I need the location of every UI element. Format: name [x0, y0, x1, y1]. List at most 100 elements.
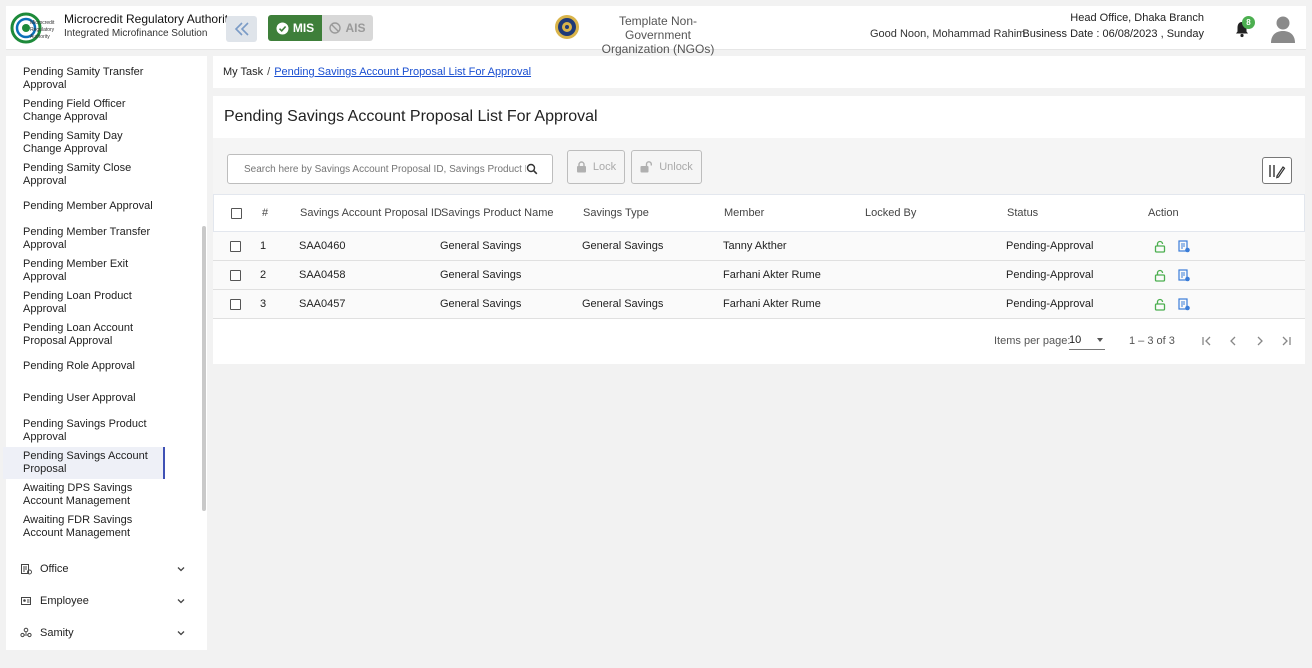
- approve-document-icon[interactable]: [1178, 239, 1190, 253]
- main-card: Pending Savings Account Proposal List Fo…: [213, 96, 1305, 364]
- sidebar-item-member-transfer[interactable]: Pending Member Transfer Approval: [23, 226, 185, 252]
- unlock-icon[interactable]: [1154, 298, 1166, 311]
- sidebar-item-label: Pending Role Approval: [23, 360, 135, 372]
- table-header: # Savings Account Proposal ID Savings Pr…: [213, 194, 1305, 232]
- sidebar-item-role-approval[interactable]: Pending Role Approval: [23, 360, 185, 373]
- sidebar-item-label: Account Management: [23, 527, 131, 539]
- sidebar-item-loan-account-proposal[interactable]: Pending Loan Account Proposal Approval: [23, 322, 185, 348]
- svg-text:Microcredit: Microcredit: [30, 20, 55, 26]
- breadcrumb-separator: /: [267, 66, 271, 78]
- table-row: 1 SAA0460 General Savings General Saving…: [213, 232, 1305, 261]
- sidebar-item-label: Pending Member Transfer: [23, 226, 151, 238]
- page-range-label: 1 – 3 of 3: [1129, 335, 1175, 347]
- sidebar-group-office[interactable]: Office: [20, 560, 192, 578]
- select-all-cell: [231, 195, 242, 231]
- breadcrumb-current[interactable]: Pending Savings Account Proposal List Fo…: [274, 66, 531, 78]
- previous-page-button[interactable]: [1224, 332, 1242, 350]
- member-name: Farhani Akter Rume: [723, 269, 821, 281]
- table-row: 2 SAA0458 General Savings Farhani Akter …: [213, 261, 1305, 290]
- sidebar-item-label: Pending Samity Transfer: [23, 66, 144, 78]
- user-avatar-icon[interactable]: [1270, 15, 1296, 43]
- row-number: 3: [260, 298, 267, 310]
- ais-button[interactable]: AIS: [322, 15, 373, 41]
- search-input[interactable]: [244, 163, 526, 175]
- paginator: Items per page: 10 1 – 3 of 3: [213, 328, 1305, 354]
- sidebar-item-field-officer-change[interactable]: Pending Field Officer Change Approval: [23, 98, 185, 124]
- sidebar-item-user-approval[interactable]: Pending User Approval: [23, 392, 185, 405]
- sidebar-item-label: Account Management: [23, 495, 131, 507]
- column-header-product-name[interactable]: Savings Product Name: [441, 195, 554, 231]
- unlock-icon[interactable]: [1154, 269, 1166, 282]
- sidebar-item-label: Approval: [23, 79, 67, 91]
- chevron-down-icon: [177, 599, 185, 604]
- next-page-button[interactable]: [1251, 332, 1269, 350]
- org-name-line1: Template Non-Government: [618, 14, 698, 42]
- search-icon: [526, 163, 538, 175]
- sidebar-item-member-exit[interactable]: Pending Member Exit Approval: [23, 258, 185, 284]
- collapse-sidebar-button[interactable]: [226, 16, 257, 42]
- brand-subtitle: Integrated Microfinance Solution: [64, 28, 208, 39]
- column-header-savings-type[interactable]: Savings Type: [583, 195, 649, 231]
- sidebar-item-label: Approval: [23, 239, 67, 251]
- sidebar-item-samity-transfer[interactable]: Pending Samity Transfer Approval: [23, 66, 185, 92]
- chevron-right-icon: [1257, 336, 1263, 346]
- check-circle-icon: [276, 22, 289, 34]
- column-settings-button[interactable]: [1262, 157, 1292, 184]
- lock-icon: [576, 161, 586, 173]
- row-select-cell: [230, 261, 241, 289]
- sidebar-group-samity[interactable]: Samity: [20, 624, 192, 642]
- proposal-id: SAA0457: [299, 298, 346, 310]
- lock-label: Lock: [592, 161, 617, 173]
- row-actions: [1154, 261, 1190, 289]
- first-page-icon: [1202, 336, 1211, 346]
- chevron-down-icon: [177, 567, 185, 572]
- sidebar-item-member-approval[interactable]: Pending Member Approval: [23, 200, 185, 213]
- breadcrumb-root[interactable]: My Task: [223, 66, 263, 78]
- sidebar-item-label: Change Approval: [23, 111, 108, 123]
- sidebar-item-label: Pending Savings Product: [23, 418, 147, 430]
- sidebar-item-label: Awaiting FDR Savings: [23, 514, 133, 526]
- sidebar-item-savings-product[interactable]: Pending Savings Product Approval: [23, 418, 185, 444]
- search-field[interactable]: [227, 154, 553, 184]
- row-select-cell: [230, 232, 241, 260]
- approve-document-icon[interactable]: [1178, 268, 1190, 282]
- sidebar-item-samity-close[interactable]: Pending Samity Close Approval: [23, 162, 185, 188]
- sidebar-item-loan-product[interactable]: Pending Loan Product Approval: [23, 290, 185, 316]
- approve-document-icon[interactable]: [1178, 297, 1190, 311]
- organization-name: Template Non-Government Organization (NG…: [588, 14, 728, 56]
- sidebar-item-label: Pending Member Exit: [23, 258, 129, 270]
- column-header-proposal-id[interactable]: Savings Account Proposal ID: [300, 195, 442, 231]
- sidebar-item-label: Pending Loan Product: [23, 290, 132, 302]
- column-header-locked-by[interactable]: Locked By: [865, 195, 916, 231]
- last-page-button[interactable]: [1277, 332, 1295, 350]
- sidebar-item-fdr-savings[interactable]: Awaiting FDR Savings Account Management: [23, 514, 185, 540]
- row-checkbox[interactable]: [230, 240, 241, 252]
- unlock-button[interactable]: Unlock: [631, 150, 702, 184]
- row-actions: [1154, 232, 1190, 260]
- sidebar-scrollbar[interactable]: [202, 226, 206, 511]
- lock-button[interactable]: Lock: [567, 150, 625, 184]
- sidebar-item-label: Pending User Approval: [23, 392, 136, 404]
- unlock-icon[interactable]: [1154, 240, 1166, 253]
- sidebar-group-label: Employee: [40, 595, 89, 607]
- sidebar-group-employee[interactable]: Employee: [20, 592, 192, 610]
- select-all-checkbox[interactable]: [231, 207, 242, 219]
- sidebar-item-savings-account-proposal[interactable]: Pending Savings Account Proposal: [3, 447, 165, 479]
- svg-text:Regulatory: Regulatory: [30, 27, 55, 33]
- row-checkbox[interactable]: [230, 269, 241, 281]
- member-name: Tanny Akther: [723, 240, 787, 252]
- column-header-member[interactable]: Member: [724, 195, 764, 231]
- column-header-status[interactable]: Status: [1007, 195, 1038, 231]
- sidebar-item-samity-day-change[interactable]: Pending Samity Day Change Approval: [23, 130, 185, 156]
- items-per-page-select[interactable]: 10: [1069, 330, 1105, 350]
- sidebar-item-label: Pending Savings Account: [23, 450, 148, 462]
- mis-button[interactable]: MIS: [268, 15, 322, 41]
- row-checkbox[interactable]: [230, 298, 241, 310]
- business-date: Business Date : 06/08/2023 , Sunday: [1022, 28, 1204, 40]
- status-text: Pending-Approval: [1006, 240, 1094, 252]
- sidebar-item-dps-savings[interactable]: Awaiting DPS Savings Account Management: [23, 482, 185, 508]
- first-page-button[interactable]: [1198, 332, 1216, 350]
- status-text: Pending-Approval: [1006, 298, 1094, 310]
- mis-label: MIS: [292, 21, 315, 35]
- ban-icon: [329, 22, 342, 34]
